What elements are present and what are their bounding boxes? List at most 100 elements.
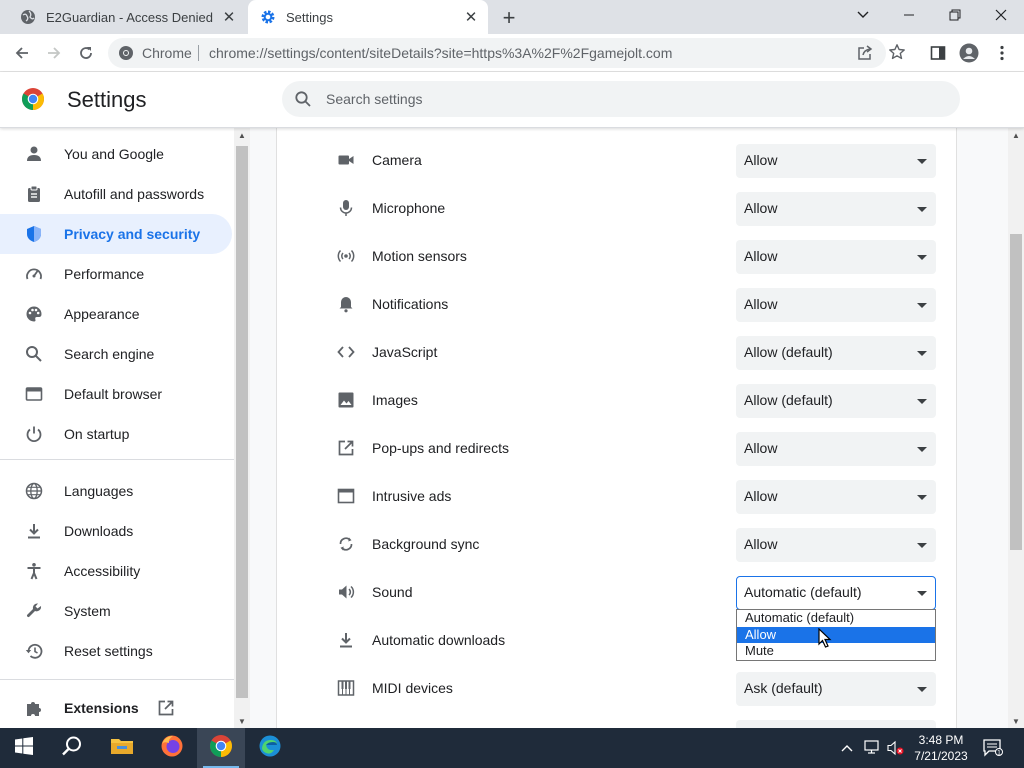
sidebar-divider — [0, 679, 234, 680]
permission-select[interactable]: Allow — [736, 192, 936, 226]
taskbar-clock[interactable]: 3:48 PM 7/21/2023 — [914, 732, 968, 764]
sidebar-item-you-and-google[interactable]: You and Google — [0, 134, 232, 174]
permission-select[interactable]: Allow (default) — [736, 384, 936, 418]
permission-select[interactable]: Allow — [736, 288, 936, 322]
permission-select[interactable]: Allow — [736, 144, 936, 178]
profile-avatar-icon[interactable] — [955, 39, 983, 67]
scrollbar-thumb[interactable] — [1010, 234, 1022, 550]
shield-icon — [24, 224, 44, 244]
scroll-up-arrow[interactable]: ▲ — [234, 128, 250, 142]
page-title: Settings — [67, 87, 147, 112]
close-window-button[interactable] — [978, 0, 1024, 30]
chrome-site-icon[interactable] — [118, 45, 134, 66]
taskbar-edge[interactable] — [246, 728, 294, 768]
sidebar-item-label: Downloads — [64, 523, 134, 539]
notification-center-icon[interactable]: 1 — [980, 728, 1006, 768]
sidebar-item-search-engine[interactable]: Search engine — [0, 334, 232, 374]
dropdown-arrow-icon — [917, 687, 927, 692]
permission-select[interactable]: Allow — [736, 432, 936, 466]
forward-icon[interactable] — [40, 39, 68, 67]
permission-select[interactable]: Automatic (default) — [736, 576, 936, 610]
permission-row-background-sync: Background sync Allow — [277, 520, 958, 568]
sound-dropdown-list: Automatic (default) Allow Mute — [736, 609, 936, 661]
bookmark-star-icon[interactable] — [888, 43, 906, 66]
network-icon[interactable] — [860, 728, 884, 768]
sidebar-item-accessibility[interactable]: Accessibility — [0, 551, 232, 591]
permission-label: MIDI devices — [372, 680, 453, 696]
select-value: Allow — [744, 200, 778, 216]
dropdown-option-mute[interactable]: Mute — [737, 643, 935, 660]
tab-search-icon[interactable] — [840, 0, 886, 30]
sidebar-item-label: Accessibility — [64, 563, 141, 579]
permission-row-intrusive-ads: Intrusive ads Allow — [277, 472, 958, 520]
show-hidden-icons-button[interactable] — [836, 728, 858, 768]
select-value: Ask (default) — [744, 680, 823, 696]
dropdown-option-allow[interactable]: Allow — [737, 626, 935, 643]
palette-icon — [24, 304, 44, 324]
sidebar-item-appearance[interactable]: Appearance — [0, 294, 232, 334]
search-icon — [24, 344, 44, 364]
scroll-down-arrow[interactable]: ▼ — [234, 714, 250, 728]
volume-muted-icon[interactable] — [884, 728, 908, 768]
sidebar-item-performance[interactable]: Performance — [0, 254, 232, 294]
settings-header: Settings — [0, 72, 1024, 128]
open-in-new-icon[interactable] — [157, 699, 175, 717]
permission-row-javascript: JavaScript Allow (default) — [277, 328, 958, 376]
image-icon — [336, 390, 356, 410]
restore-button[interactable] — [932, 0, 978, 30]
sidebar-scrollbar[interactable]: ▲ ▼ — [234, 128, 250, 728]
permission-row-partial — [277, 712, 958, 728]
start-button[interactable] — [0, 728, 48, 768]
sidebar-item-system[interactable]: System — [0, 591, 232, 631]
sidebar-item-extensions[interactable]: Extensions — [0, 688, 232, 728]
address-bar[interactable]: Chrome chrome://settings/content/siteDet… — [108, 38, 905, 68]
minimize-button[interactable] — [886, 0, 932, 30]
separator — [198, 45, 199, 61]
permission-select[interactable]: Allow (default) — [736, 336, 936, 370]
more-menu-icon[interactable] — [988, 39, 1016, 67]
scroll-down-arrow[interactable]: ▼ — [1008, 714, 1024, 728]
sidebar-item-on-startup[interactable]: On startup — [0, 414, 232, 454]
sidebar-item-reset-settings[interactable]: Reset settings — [0, 631, 232, 671]
back-icon[interactable] — [8, 39, 36, 67]
download-icon — [24, 521, 44, 541]
tab-e2guardian[interactable]: E2Guardian - Access Denied ✕ — [8, 0, 246, 34]
permission-select[interactable] — [736, 720, 936, 728]
search-input[interactable] — [326, 81, 926, 117]
person-icon — [24, 144, 44, 164]
taskbar-search-button[interactable] — [48, 728, 96, 768]
sidebar-divider — [0, 459, 234, 460]
main-scrollbar[interactable]: ▲ ▼ — [1008, 128, 1024, 728]
restore-icon — [24, 641, 44, 661]
taskbar-chrome[interactable] — [197, 728, 245, 768]
sidebar-item-downloads[interactable]: Downloads — [0, 511, 232, 551]
scrollbar-thumb[interactable] — [236, 146, 248, 698]
reload-icon[interactable] — [72, 39, 100, 67]
search-box[interactable] — [282, 81, 960, 117]
permission-select[interactable]: Allow — [736, 480, 936, 514]
scroll-up-arrow[interactable]: ▲ — [1008, 128, 1024, 142]
dropdown-arrow-icon — [917, 159, 927, 164]
dropdown-option-automatic[interactable]: Automatic (default) — [737, 610, 935, 627]
select-value: Allow — [744, 248, 778, 264]
side-panel-icon[interactable] — [924, 39, 952, 67]
chrome-icon — [209, 734, 233, 763]
permission-select[interactable]: Allow — [736, 240, 936, 274]
sidebar-item-privacy-and-security[interactable]: Privacy and security — [0, 214, 232, 254]
speaker-icon — [336, 582, 356, 602]
sidebar-item-default-browser[interactable]: Default browser — [0, 374, 232, 414]
taskbar-file-explorer[interactable] — [98, 728, 146, 768]
close-tab-icon[interactable]: ✕ — [218, 6, 240, 28]
tab-settings[interactable]: Settings ✕ — [248, 0, 488, 34]
permission-select[interactable]: Allow — [736, 528, 936, 562]
permission-select[interactable]: Ask (default) — [736, 672, 936, 706]
dropdown-arrow-icon — [917, 207, 927, 212]
close-tab-icon[interactable]: ✕ — [460, 6, 482, 28]
gear-icon — [260, 9, 276, 25]
share-icon[interactable] — [856, 44, 874, 67]
sidebar-item-languages[interactable]: Languages — [0, 471, 232, 511]
taskbar-firefox[interactable] — [148, 728, 196, 768]
sidebar-item-autofill[interactable]: Autofill and passwords — [0, 174, 232, 214]
url-text[interactable]: chrome://settings/content/siteDetails?si… — [209, 45, 672, 61]
new-tab-button[interactable]: + — [498, 5, 520, 30]
